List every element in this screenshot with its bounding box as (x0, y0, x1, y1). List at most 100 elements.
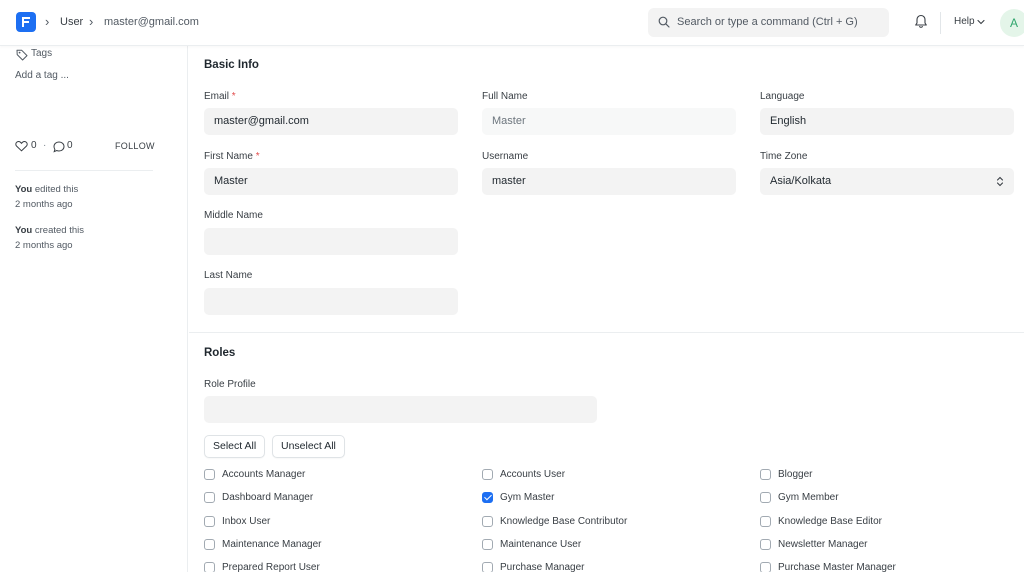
activity-item: You edited this 2 months ago (15, 182, 78, 212)
checkbox[interactable] (482, 469, 493, 480)
select-all-button[interactable]: Select All (204, 435, 266, 458)
checkbox[interactable] (760, 562, 771, 572)
role-checkbox-item[interactable]: Gym Master (482, 492, 554, 503)
app-logo[interactable] (16, 12, 36, 32)
role-checkbox-item[interactable]: Accounts User (482, 469, 565, 480)
activity-action: edited this (32, 184, 79, 195)
tags-label: Tags (31, 48, 53, 59)
checkbox[interactable] (204, 492, 215, 503)
first-name-label: First Name * (204, 151, 260, 162)
role-checkbox-item[interactable]: Gym Member (760, 492, 839, 503)
time-zone-label: Time Zone (760, 151, 808, 162)
avatar[interactable]: A (1000, 9, 1024, 37)
activity-time: 2 months ago (15, 240, 73, 251)
role-checkbox-item[interactable]: Blogger (760, 469, 812, 480)
full-name-label: Full Name (482, 91, 528, 102)
role-label: Gym Master (500, 492, 555, 503)
activity-time: 2 months ago (15, 199, 73, 210)
navbar: › User › master@gmail.com Search or type… (0, 0, 1024, 46)
notification-bell-icon[interactable] (914, 14, 928, 29)
activity-actor: You (15, 225, 33, 236)
last-name-field[interactable] (204, 288, 458, 315)
role-checkbox-item[interactable]: Purchase Master Manager (760, 562, 896, 572)
role-label: Knowledge Base Contributor (500, 516, 628, 527)
role-label: Purchase Manager (500, 562, 585, 572)
checkbox[interactable] (204, 469, 215, 480)
first-name-field[interactable]: Master (204, 168, 458, 195)
checkbox[interactable] (204, 562, 215, 572)
role-checkbox-item[interactable]: Purchase Manager (482, 562, 585, 572)
checkbox[interactable] (760, 516, 771, 527)
chevron-right-icon: › (45, 14, 50, 29)
separator-dot: · (43, 140, 47, 151)
activity-item: You created this 2 months ago (15, 223, 84, 253)
email-label: Email * (204, 91, 236, 102)
section-title-basic-info: Basic Info (204, 59, 259, 71)
checkbox[interactable] (482, 562, 493, 572)
section-divider (189, 332, 1024, 333)
role-label: Prepared Report User (222, 562, 320, 572)
heart-icon[interactable] (15, 140, 28, 152)
comment-icon[interactable] (53, 141, 65, 153)
language-field[interactable]: English (760, 108, 1014, 135)
checkbox[interactable] (760, 492, 771, 503)
role-checkbox-item[interactable]: Maintenance Manager (204, 539, 322, 550)
role-label: Newsletter Manager (778, 539, 868, 550)
role-profile-field[interactable] (204, 396, 597, 423)
full-name-field: Master (482, 108, 736, 135)
checkbox[interactable] (204, 539, 215, 550)
time-zone-value: Asia/Kolkata (770, 175, 832, 187)
sidebar: Tags Add a tag ... 0 · 0 FOLLOW You edit… (0, 46, 188, 572)
like-count: 0 (31, 140, 37, 151)
unselect-all-button[interactable]: Unselect All (272, 435, 345, 458)
required-mark: * (255, 151, 260, 162)
role-label: Maintenance Manager (222, 539, 322, 550)
time-zone-select[interactable]: Asia/Kolkata (760, 168, 1014, 195)
select-arrows-icon (996, 176, 1004, 187)
role-label: Maintenance User (500, 539, 582, 550)
last-name-label: Last Name (204, 270, 253, 281)
role-checkbox-item[interactable]: Maintenance User (482, 539, 581, 550)
role-checkbox-item[interactable]: Knowledge Base Editor (760, 516, 882, 527)
chevron-down-icon[interactable] (977, 19, 985, 25)
role-checkbox-item[interactable]: Newsletter Manager (760, 539, 867, 550)
role-checkbox-item[interactable]: Dashboard Manager (204, 492, 313, 503)
role-label: Knowledge Base Editor (778, 516, 882, 527)
middle-name-label: Middle Name (204, 210, 263, 221)
navbar-divider (940, 12, 941, 34)
role-checkbox-item[interactable]: Knowledge Base Contributor (482, 516, 627, 527)
activity-actor: You (15, 184, 33, 195)
search-placeholder: Search or type a command (Ctrl + G) (677, 16, 858, 28)
follow-button[interactable]: FOLLOW (115, 141, 155, 151)
chevron-right-icon: › (89, 14, 94, 29)
role-label: Gym Member (778, 492, 839, 503)
help-menu[interactable]: Help (954, 16, 975, 27)
role-label: Accounts Manager (222, 469, 306, 480)
username-label: Username (482, 151, 529, 162)
username-field[interactable]: master (482, 168, 736, 195)
checkbox[interactable] (204, 516, 215, 527)
role-label: Accounts User (500, 469, 566, 480)
role-checkbox-item[interactable]: Accounts Manager (204, 469, 305, 480)
role-label: Dashboard Manager (222, 492, 314, 503)
breadcrumb-user[interactable]: User (60, 15, 83, 29)
role-checkbox-item[interactable]: Inbox User (204, 516, 270, 527)
checkbox-checked[interactable] (482, 492, 493, 503)
role-checkbox-item[interactable]: Prepared Report User (204, 562, 320, 572)
role-label: Purchase Master Manager (778, 562, 896, 572)
search-icon (658, 16, 670, 28)
checkbox[interactable] (482, 539, 493, 550)
checkbox[interactable] (760, 539, 771, 550)
comment-count: 0 (67, 140, 73, 151)
language-label: Language (760, 91, 805, 102)
tag-icon (16, 49, 28, 61)
role-profile-label: Role Profile (204, 379, 256, 390)
breadcrumb-current[interactable]: master@gmail.com (104, 15, 199, 29)
email-label-text: Email (204, 91, 230, 102)
email-field[interactable]: master@gmail.com (204, 108, 458, 135)
checkbox[interactable] (760, 469, 771, 480)
search-bar[interactable]: Search or type a command (Ctrl + G) (648, 8, 889, 37)
add-tag-link[interactable]: Add a tag ... (15, 70, 69, 81)
middle-name-field[interactable] (204, 228, 458, 255)
checkbox[interactable] (482, 516, 493, 527)
